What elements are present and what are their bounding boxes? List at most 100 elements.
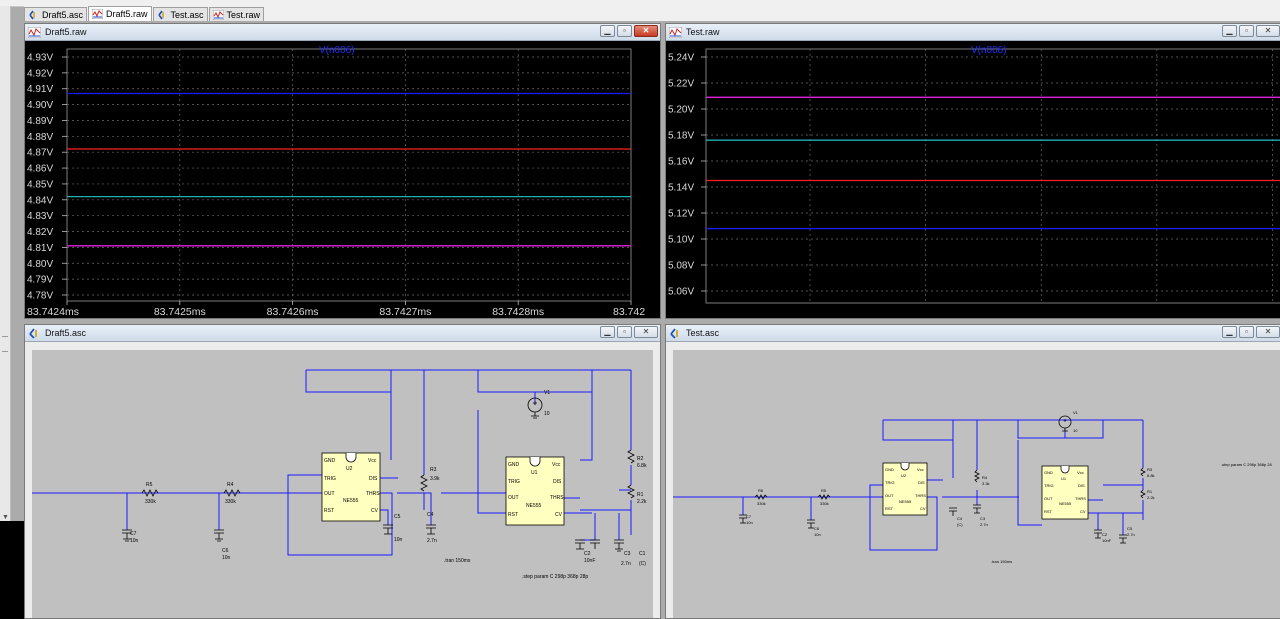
step-directive[interactable]: .step param C 298p 368p 28p xyxy=(522,574,588,580)
tran-directive[interactable]: .tran 150ms xyxy=(444,558,471,564)
pin-label: RST xyxy=(1044,509,1053,514)
maximize-button[interactable]: ▫ xyxy=(1239,25,1254,37)
pin-label: Vcc xyxy=(368,458,377,464)
pin-label: CV xyxy=(555,512,563,518)
pin-label: TRIG xyxy=(324,476,336,482)
y-tick-label: 4.91V xyxy=(27,84,53,95)
pin-label: RST xyxy=(885,506,894,511)
component-ref: C7 xyxy=(746,514,752,519)
component-ref: C2 xyxy=(584,551,591,557)
y-tick-label: 5.14V xyxy=(668,183,694,194)
component-ref: R6 xyxy=(758,488,764,493)
window-titlebar[interactable]: Test.raw ▁ ▫ ✕ xyxy=(666,24,1280,41)
ic-u2[interactable]: GND TRIG OUT RST Vcc DIS THRS CV U2 NE55… xyxy=(882,462,928,516)
component-value: 10nF xyxy=(1102,538,1112,543)
maximize-button[interactable]: ▫ xyxy=(617,25,632,37)
tab-test-asc[interactable]: Test.asc xyxy=(152,7,208,21)
component-ref: C1 xyxy=(639,551,646,557)
ic-part: NE555 xyxy=(899,499,912,504)
minimize-button[interactable]: ▁ xyxy=(600,326,615,338)
draft5-asc-window[interactable]: Draft5.asc ▁ ▫ ✕ GND TRIG OUT RST Vcc DI… xyxy=(24,324,661,619)
test-asc-window[interactable]: Test.asc ▁ ▫ ✕ GND TRIG OUT RST Vcc DIS … xyxy=(665,324,1280,619)
pin-label: OUT xyxy=(508,495,519,501)
ic-u1[interactable]: GND TRIG OUT RST Vcc DIS THRS CV U1 NE55… xyxy=(1041,465,1089,520)
y-tick-label: 4.78V xyxy=(27,291,53,302)
component-ref: C3 xyxy=(980,516,986,521)
waveform-plot[interactable]: V(n006) 5.24V 5.22V 5.20V 5.18V 5.16V 5.14V 5.1… xyxy=(666,41,1280,318)
maximize-button[interactable]: ▫ xyxy=(617,326,632,338)
waveform-icon xyxy=(212,9,224,20)
step-directive[interactable]: .step param C 298p 368p 28 xyxy=(1221,462,1272,467)
y-tick-label: 4.82V xyxy=(27,227,53,238)
tab-draft5-asc[interactable]: Draft5.asc xyxy=(24,7,88,21)
pin-label: GND xyxy=(324,458,336,464)
schematic-drawing[interactable]: GND TRIG OUT RST Vcc DIS THRS CV U2 NE55… xyxy=(32,350,653,618)
component-value: 10n xyxy=(222,555,231,561)
splitter-grip[interactable] xyxy=(2,336,8,352)
waveform-chart[interactable]: V(n006) 4.93V 4.92V 4.91V 4.90V 4.89V 4.88V 4.8… xyxy=(25,41,660,318)
close-button[interactable]: ✕ xyxy=(1256,326,1280,338)
waveform-chart[interactable]: V(n006) 5.24V 5.22V 5.20V 5.18V 5.16V 5.14V 5.1… xyxy=(666,41,1280,318)
schematic-icon xyxy=(28,10,39,20)
trace-label[interactable]: V(n006) xyxy=(971,45,1007,56)
component-ref: R3 xyxy=(1147,467,1153,472)
capacitors xyxy=(122,524,624,552)
y-tick-label: 5.10V xyxy=(668,235,694,246)
component-value: 2.2k xyxy=(637,499,647,505)
y-tick-label: 5.22V xyxy=(668,79,694,90)
window-titlebar[interactable]: Test.asc ▁ ▫ ✕ xyxy=(666,325,1280,342)
pin-label: THRS xyxy=(915,493,926,498)
component-value: 330k xyxy=(757,501,766,506)
window-titlebar[interactable]: Draft5.asc ▁ ▫ ✕ xyxy=(25,325,660,342)
window-controls: ▁ ▫ ✕ xyxy=(1220,326,1280,338)
pin-label: DIS xyxy=(1078,483,1085,488)
component-ref: R5 xyxy=(146,482,153,488)
pin-label: TRIG xyxy=(885,480,895,485)
minimize-button[interactable]: ▁ xyxy=(600,25,615,37)
pin-label: THRS xyxy=(1075,496,1086,501)
waveform-plot[interactable]: V(n006) 4.93V 4.92V 4.91V 4.90V 4.89V 4.88V 4.8… xyxy=(25,41,660,318)
y-tick-label: 4.93V xyxy=(27,53,53,64)
component-ref: V1 xyxy=(544,390,550,396)
close-button[interactable]: ✕ xyxy=(634,25,658,37)
trace-label[interactable]: V(n006) xyxy=(319,45,355,56)
ic-part: NE555 xyxy=(526,503,542,509)
pin-label: THRS xyxy=(550,495,564,501)
scroll-down-icon[interactable]: ▼ xyxy=(2,514,9,521)
tab-draft5-raw[interactable]: Draft5.raw xyxy=(88,6,152,21)
voltage-source-v1[interactable]: V1 10 xyxy=(527,390,550,419)
schematic-drawing[interactable]: GND TRIG OUT RST Vcc DIS THRS CV U2 NE55… xyxy=(673,350,1280,618)
component-ref: C6 xyxy=(222,548,229,554)
ic-u1[interactable]: GND TRIG OUT RST Vcc DIS THRS CV U1 NE55… xyxy=(505,456,565,526)
schematic-canvas[interactable]: GND TRIG OUT RST Vcc DIS THRS CV U2 NE55… xyxy=(673,350,1280,618)
tab-test-raw[interactable]: Test.raw xyxy=(208,7,265,21)
component-value: (C) xyxy=(639,561,646,567)
pin-label: GND xyxy=(885,467,894,472)
pin-label: DIS xyxy=(369,476,378,482)
schematic-canvas[interactable]: GND TRIG OUT RST Vcc DIS THRS CV U2 NE55… xyxy=(32,350,653,618)
y-tick-label: 5.24V xyxy=(668,53,694,64)
y-tick-label: 5.18V xyxy=(668,131,694,142)
close-button[interactable]: ✕ xyxy=(1256,25,1280,37)
close-button[interactable]: ✕ xyxy=(634,326,658,338)
window-titlebar[interactable]: Draft5.raw ▁ ▫ ✕ xyxy=(25,24,660,41)
maximize-button[interactable]: ▫ xyxy=(1239,326,1254,338)
pin-label: RST xyxy=(324,508,334,514)
pin-label: GND xyxy=(1044,470,1053,475)
pin-label: TRIG xyxy=(508,479,520,485)
minimize-button[interactable]: ▁ xyxy=(1222,25,1237,37)
tab-label: Test.asc xyxy=(170,9,204,20)
x-tick-label: 83.7425ms xyxy=(154,306,206,318)
draft5-raw-window[interactable]: Draft5.raw ▁ ▫ ✕ V(n006) 4.93V 4.92V 4.91V 4… xyxy=(24,23,661,319)
minimize-button[interactable]: ▁ xyxy=(1222,326,1237,338)
component-value: 2.7n xyxy=(980,522,988,527)
window-controls: ▁ ▫ ✕ xyxy=(598,25,658,37)
component-ref: C6 xyxy=(814,526,820,531)
voltage-source-v1[interactable]: V1 10 xyxy=(1058,410,1079,433)
waveform-icon xyxy=(92,9,104,19)
pin-label: DIS xyxy=(553,479,562,485)
component-ref: C5 xyxy=(394,514,401,520)
test-raw-window[interactable]: Test.raw ▁ ▫ ✕ V(n006) 5.24V 5.22V 5.20V 5.1… xyxy=(665,23,1280,319)
tran-directive[interactable]: .tran 150ms xyxy=(991,559,1012,564)
ic-u2[interactable]: GND TRIG OUT RST Vcc DIS THRS CV U2 NE55… xyxy=(321,452,381,522)
